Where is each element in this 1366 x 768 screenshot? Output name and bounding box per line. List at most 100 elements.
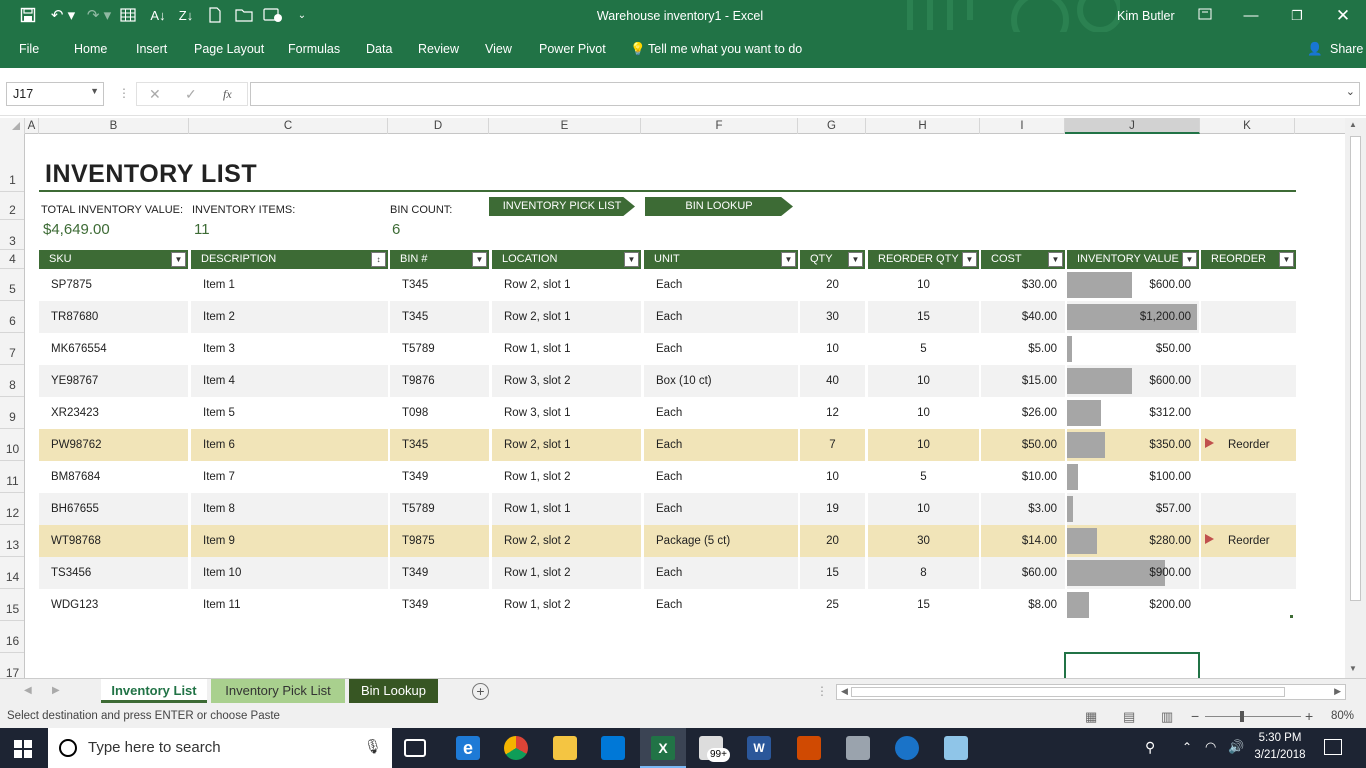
cell-description[interactable]: Item 3: [191, 333, 388, 365]
row-header[interactable]: 1: [0, 134, 24, 192]
show-hidden-icons[interactable]: ⌃: [1182, 740, 1192, 754]
menu-data[interactable]: Data: [366, 42, 392, 56]
cell-reorder[interactable]: [1201, 397, 1296, 429]
cell-cost[interactable]: $8.00: [981, 589, 1065, 621]
cell-sku[interactable]: WDG123: [39, 589, 188, 621]
row-header[interactable]: 17: [0, 653, 24, 678]
save-icon[interactable]: [18, 7, 38, 25]
cell-location[interactable]: Row 1, slot 2: [492, 557, 641, 589]
menu-review[interactable]: Review: [418, 42, 459, 56]
cell-reorder[interactable]: [1201, 557, 1296, 589]
cell-reorder[interactable]: Reorder: [1201, 525, 1296, 557]
row-header[interactable]: 5: [0, 269, 24, 301]
row-header[interactable]: 16: [0, 621, 24, 653]
cell-reorder[interactable]: Reorder: [1201, 429, 1296, 461]
cell-bin[interactable]: T349: [390, 461, 489, 493]
cell-cost[interactable]: $26.00: [981, 397, 1065, 429]
customize-quick-access-icon[interactable]: ⌄: [292, 7, 312, 25]
cell-bin[interactable]: T345: [390, 269, 489, 301]
cell-location[interactable]: Row 1, slot 1: [492, 333, 641, 365]
tab-inventory-list[interactable]: Inventory List: [101, 679, 207, 703]
menu-formulas[interactable]: Formulas: [288, 42, 340, 56]
file-explorer-icon[interactable]: [553, 736, 577, 760]
cell-qty[interactable]: 10: [800, 461, 865, 493]
word-icon[interactable]: W: [747, 736, 771, 760]
column-header[interactable]: B: [39, 118, 189, 134]
cell-inventory-value[interactable]: $50.00: [1067, 333, 1199, 365]
menu-power-pivot[interactable]: Power Pivot: [539, 42, 606, 56]
cell-reorder[interactable]: [1201, 365, 1296, 397]
share-button[interactable]: Share: [1330, 42, 1363, 56]
row-header[interactable]: 4: [0, 250, 24, 269]
cell-location[interactable]: Row 1, slot 2: [492, 461, 641, 493]
cell-description[interactable]: Item 1: [191, 269, 388, 301]
worksheet[interactable]: INVENTORY LIST TOTAL INVENTORY VALUE: $4…: [26, 134, 1344, 678]
cell-description[interactable]: Item 8: [191, 493, 388, 525]
tab-scroll-left-icon[interactable]: ◀: [24, 685, 32, 696]
menu-home[interactable]: Home: [74, 42, 107, 56]
horizontal-scroll-thumb[interactable]: [851, 687, 1285, 697]
cell-sku[interactable]: PW98762: [39, 429, 188, 461]
paint-icon[interactable]: [797, 736, 821, 760]
column-header[interactable]: I: [980, 118, 1065, 134]
filter-dropdown-icon[interactable]: ▼: [171, 252, 186, 267]
wifi-icon[interactable]: ◠: [1205, 739, 1216, 755]
cell-qty[interactable]: 40: [800, 365, 865, 397]
cell-cost[interactable]: $15.00: [981, 365, 1065, 397]
row-header[interactable]: 13: [0, 525, 24, 557]
filter-dropdown-icon[interactable]: ▼: [781, 252, 796, 267]
column-header[interactable]: K: [1200, 118, 1295, 134]
cell-qty[interactable]: 7: [800, 429, 865, 461]
tab-inventory-pick-list[interactable]: Inventory Pick List: [211, 679, 345, 703]
cell-reorder-qty[interactable]: 10: [868, 365, 979, 397]
menu-file[interactable]: File: [19, 42, 39, 56]
minimize-icon[interactable]: —: [1228, 0, 1274, 32]
cell-bin[interactable]: T349: [390, 589, 489, 621]
cell-inventory-value[interactable]: $600.00: [1067, 365, 1199, 397]
zoom-in-icon[interactable]: +: [1305, 708, 1313, 724]
cell-description[interactable]: Item 6: [191, 429, 388, 461]
taskbar-search-box[interactable]: Type here to search 🎙: [48, 728, 392, 768]
cell-unit[interactable]: Each: [644, 269, 798, 301]
insert-function-icon[interactable]: fx: [223, 87, 232, 102]
column-header[interactable]: H: [866, 118, 980, 134]
row-header[interactable]: 3: [0, 220, 24, 250]
cell-cost[interactable]: $3.00: [981, 493, 1065, 525]
cell-inventory-value[interactable]: $350.00: [1067, 429, 1199, 461]
split-handle-icon[interactable]: ⋮: [816, 684, 828, 698]
user-name[interactable]: Kim Butler: [1117, 0, 1175, 32]
cell-bin[interactable]: T349: [390, 557, 489, 589]
volume-icon[interactable]: 🔊: [1228, 739, 1244, 755]
cell-qty[interactable]: 30: [800, 301, 865, 333]
undo-icon[interactable]: ↶ ▾: [48, 7, 78, 25]
vertical-scrollbar[interactable]: ▲ ▼: [1345, 118, 1366, 678]
cell-description[interactable]: Item 7: [191, 461, 388, 493]
cell-qty[interactable]: 12: [800, 397, 865, 429]
cell-cost[interactable]: $60.00: [981, 557, 1065, 589]
name-box[interactable]: J17 ▼: [6, 82, 104, 106]
cell-qty[interactable]: 19: [800, 493, 865, 525]
enter-icon[interactable]: ✓: [185, 86, 197, 103]
row-header[interactable]: 2: [0, 192, 24, 220]
column-header[interactable]: G: [798, 118, 866, 134]
cell-inventory-value[interactable]: $900.00: [1067, 557, 1199, 589]
cell-cost[interactable]: $10.00: [981, 461, 1065, 493]
table-icon[interactable]: [118, 7, 138, 25]
clock-time[interactable]: 5:30 PM: [1254, 732, 1306, 744]
cell-reorder[interactable]: [1201, 333, 1296, 365]
bin-lookup-button[interactable]: BIN LOOKUP: [645, 197, 793, 216]
scroll-down-icon[interactable]: ▼: [1349, 664, 1357, 673]
select-all-corner[interactable]: [0, 118, 25, 134]
sort-descending-icon[interactable]: Z↓: [176, 7, 196, 25]
cell-bin[interactable]: T9876: [390, 365, 489, 397]
cell-inventory-value[interactable]: $100.00: [1067, 461, 1199, 493]
cell-bin[interactable]: T345: [390, 429, 489, 461]
store-icon[interactable]: [601, 736, 625, 760]
zoom-level[interactable]: 80%: [1331, 710, 1354, 722]
cell-reorder-qty[interactable]: 10: [868, 397, 979, 429]
cell-sku[interactable]: XR23423: [39, 397, 188, 429]
new-file-icon[interactable]: [205, 7, 225, 25]
cell-reorder[interactable]: [1201, 461, 1296, 493]
edge-icon[interactable]: e: [456, 736, 480, 760]
row-header[interactable]: 10: [0, 429, 24, 461]
